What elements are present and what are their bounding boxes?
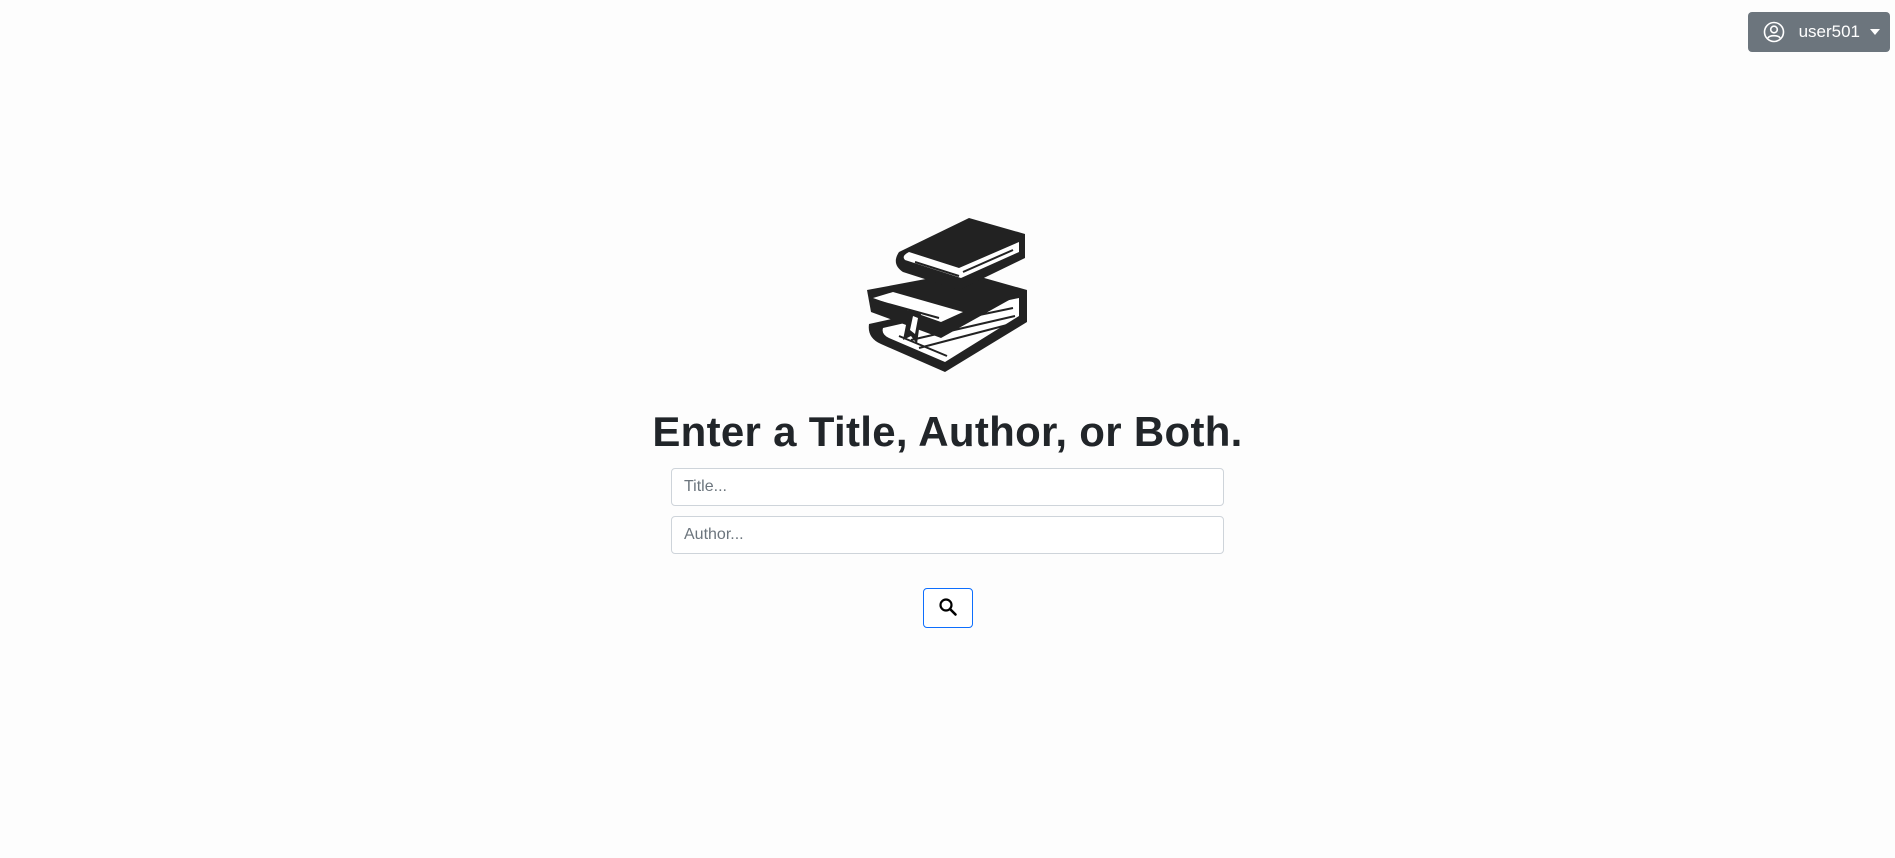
chevron-down-icon [1870, 29, 1880, 35]
username-label: user501 [1798, 22, 1860, 41]
stacked-books-icon [866, 218, 1027, 372]
search-button[interactable] [922, 588, 973, 628]
user-circle-icon [1763, 21, 1785, 43]
title-input[interactable] [671, 468, 1224, 506]
search-icon [938, 597, 958, 620]
page-heading: Enter a Title, Author, or Both. [652, 408, 1243, 455]
page: user501 Enter a Title, Author, or Both. [0, 0, 1895, 858]
search-panel: Enter a Title, Author, or Both. [0, 212, 1895, 628]
author-input[interactable] [671, 516, 1224, 554]
user-menu-button[interactable]: user501 [1747, 12, 1890, 52]
